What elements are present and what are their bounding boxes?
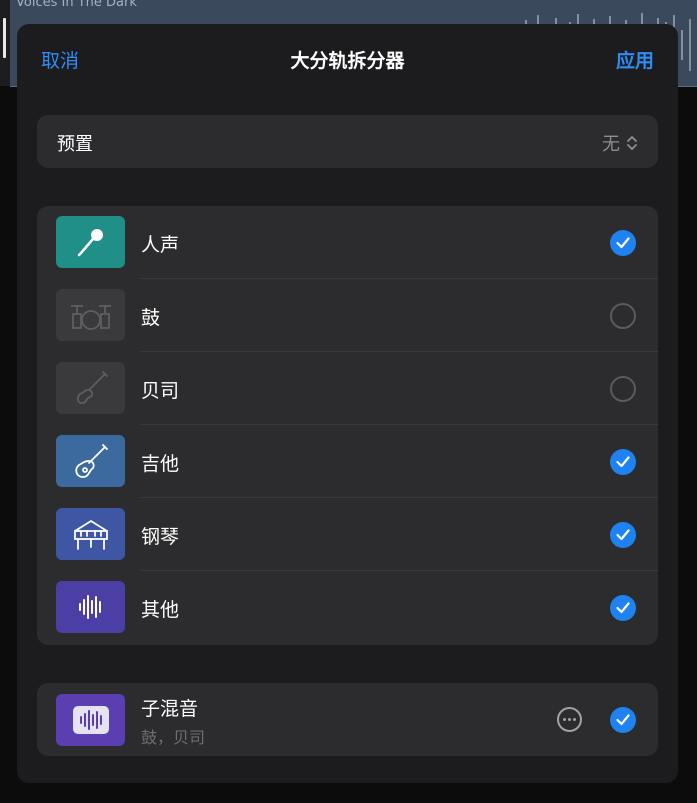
apply-button[interactable]: 应用: [616, 46, 654, 73]
track-name: Voices In The Dark: [16, 0, 137, 10]
stem-row-guitar[interactable]: 吉他: [37, 425, 658, 498]
stem-row-piano[interactable]: 钢琴: [37, 498, 658, 571]
checkmark-icon: [616, 529, 630, 541]
more-dot: [573, 718, 576, 721]
other-checkbox[interactable]: [610, 595, 636, 621]
bass-checkbox[interactable]: [610, 376, 636, 402]
preset-label: 预置: [57, 134, 93, 155]
stem-label: 人声: [141, 234, 180, 256]
waveform-icon: [78, 595, 101, 619]
stem-label: 钢琴: [141, 526, 180, 548]
checkmark-icon: [616, 714, 630, 726]
drums-checkbox[interactable]: [610, 303, 636, 329]
waveform-icon: [72, 706, 109, 734]
stem-row-drums[interactable]: 鼓: [37, 279, 658, 352]
submix-detail: 鼓，贝司: [141, 728, 206, 747]
more-dot: [568, 718, 571, 721]
piano-thumbnail: [56, 508, 125, 560]
more-options-button[interactable]: [557, 707, 582, 732]
guitar-icon: [74, 444, 108, 478]
preset-selector[interactable]: 无: [602, 130, 638, 156]
checkmark-icon: [616, 602, 630, 614]
submix-thumbnail: [56, 694, 125, 746]
stems-list: 人声 鼓 贝司 吉他 钢琴 其他: [37, 206, 658, 645]
stem-label: 贝司: [141, 380, 180, 402]
more-dot: [563, 718, 566, 721]
preset-row[interactable]: 预置 无: [37, 115, 658, 168]
preset-value: 无: [602, 134, 620, 155]
submix-label: 子混音: [141, 698, 199, 720]
bass-thumbnail: [56, 362, 125, 414]
chevron-up-down-icon: [627, 136, 637, 150]
stem-row-bass[interactable]: 贝司: [37, 352, 658, 425]
other-thumbnail: [56, 581, 125, 633]
stem-label: 吉他: [141, 453, 180, 475]
drums-thumbnail: [56, 289, 125, 341]
guitar-checkbox[interactable]: [610, 449, 636, 475]
drums-icon: [70, 305, 111, 330]
checkmark-icon: [616, 237, 630, 249]
piano-checkbox[interactable]: [610, 522, 636, 548]
guitar-thumbnail: [56, 435, 125, 487]
sheet-title: 大分轨拆分器: [290, 50, 405, 72]
submix-checkbox[interactable]: [610, 707, 636, 733]
checkmark-icon: [616, 456, 630, 468]
microphone-icon: [77, 229, 103, 257]
vocals-checkbox[interactable]: [610, 230, 636, 256]
playhead[interactable]: [3, 18, 6, 58]
vocals-thumbnail: [56, 216, 125, 268]
submix-row[interactable]: 子混音 鼓，贝司: [37, 683, 658, 756]
stem-splitter-sheet: 取消 大分轨拆分器 应用 预置 无 人声 鼓 贝司 吉他 钢琴 其他 子混音 鼓…: [17, 24, 678, 783]
piano-icon: [73, 519, 108, 550]
stem-row-vocals[interactable]: 人声: [37, 206, 658, 279]
stem-row-other[interactable]: 其他: [37, 571, 658, 644]
stem-label: 其他: [141, 599, 180, 621]
stem-label: 鼓: [141, 307, 161, 329]
bass-guitar-icon: [76, 371, 108, 404]
